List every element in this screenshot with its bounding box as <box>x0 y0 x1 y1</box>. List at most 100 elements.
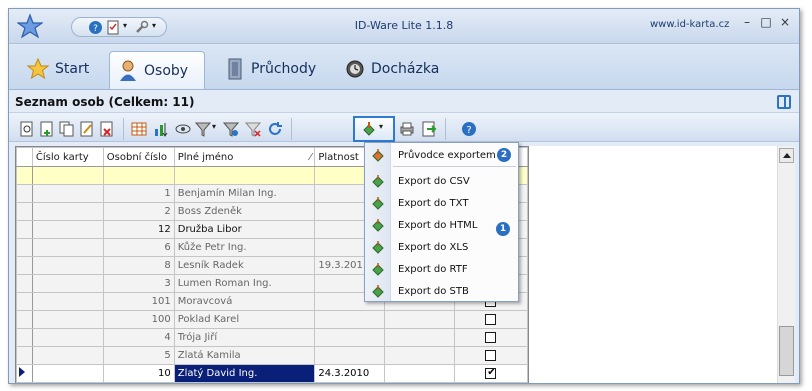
column-header-card[interactable]: Číslo karty <box>31 147 104 167</box>
tab-start[interactable]: Start <box>19 51 89 87</box>
cell-personal-number[interactable]: 6 <box>102 238 175 257</box>
columns-icon[interactable] <box>131 121 147 137</box>
cell-card[interactable] <box>31 202 104 221</box>
filter-cell[interactable] <box>31 166 104 185</box>
cell-full-name[interactable]: Družba Libor <box>173 220 316 239</box>
add-record-icon[interactable] <box>39 121 55 137</box>
export-rtf-item[interactable]: Export do RTF <box>365 258 518 280</box>
tab-osoby[interactable]: Osoby <box>109 51 205 89</box>
export-html-item[interactable]: Export do HTML <box>365 214 518 236</box>
cell-personal-number[interactable]: 2 <box>102 202 175 221</box>
cell-personal-number[interactable]: 100 <box>102 310 175 329</box>
layout-icon[interactable] <box>777 95 791 109</box>
column-header-name[interactable]: Plné jméno ⁄ <box>173 147 316 167</box>
help-icon[interactable]: ? <box>461 121 477 137</box>
export-csv-item[interactable]: Export do CSV <box>365 170 518 192</box>
close-button[interactable]: × <box>778 15 792 29</box>
export-xls-item[interactable]: Export do XLS <box>365 236 518 258</box>
edit-record-icon[interactable] <box>79 121 95 137</box>
cell-flag[interactable] <box>453 346 528 365</box>
cell-card[interactable] <box>31 346 104 365</box>
cell-full-name[interactable]: Poklad Karel <box>173 310 316 329</box>
cell-flag[interactable] <box>453 364 528 383</box>
cell-full-name[interactable]: Lesník Radek <box>173 256 316 275</box>
scroll-up-button[interactable] <box>779 148 794 163</box>
cell-card[interactable] <box>31 256 104 275</box>
table-row[interactable]: 5 Zlatá Kamila <box>16 346 528 365</box>
scroll-thumb[interactable] <box>779 326 794 376</box>
import-icon[interactable] <box>421 121 437 137</box>
cell-extra[interactable] <box>384 364 455 383</box>
row-checkbox[interactable] <box>485 367 497 379</box>
export-dropdown-icon[interactable]: ▾ <box>379 122 395 138</box>
cell-validity[interactable] <box>314 328 386 347</box>
cell-personal-number[interactable]: 12 <box>102 220 175 239</box>
filter-icon[interactable] <box>195 121 211 137</box>
filter-edit-icon[interactable] <box>223 121 239 137</box>
cell-personal-number[interactable]: 1 <box>102 184 175 203</box>
copy-record-icon[interactable] <box>59 121 75 137</box>
cell-card[interactable] <box>31 328 104 347</box>
cell-validity[interactable] <box>314 346 386 365</box>
cell-card[interactable] <box>31 184 104 203</box>
column-header-personal[interactable]: Osobní číslo <box>102 147 175 167</box>
maximize-button[interactable]: □ <box>759 15 773 29</box>
cell-validity[interactable]: 24.3.2010 <box>314 364 386 383</box>
cell-card[interactable] <box>31 274 104 293</box>
filter-cell[interactable] <box>173 166 316 185</box>
website-link[interactable]: www.id-karta.cz <box>650 19 729 30</box>
cell-full-name[interactable]: Moravcová <box>173 292 316 311</box>
cell-extra[interactable] <box>384 328 455 347</box>
cell-full-name[interactable]: Trója Jiří <box>173 328 316 347</box>
person-icon <box>120 60 136 81</box>
cell-full-name[interactable]: Zlatá Kamila <box>173 346 316 365</box>
tab-dochazka[interactable]: Docházka <box>337 51 439 87</box>
cell-flag[interactable] <box>453 310 528 329</box>
cell-full-name[interactable]: Lumen Roman Ing. <box>173 274 316 293</box>
cell-card[interactable] <box>31 292 104 311</box>
export-stb-item[interactable]: Export do STB <box>365 280 518 302</box>
cell-validity[interactable] <box>314 310 386 329</box>
delete-record-icon[interactable] <box>99 121 115 137</box>
cell-full-name[interactable]: Boss Zdeněk <box>173 202 316 221</box>
cell-full-name[interactable]: Kůže Petr Ing. <box>173 238 316 257</box>
filter-cell[interactable] <box>102 166 175 185</box>
cell-flag[interactable] <box>453 328 528 347</box>
view-icon[interactable] <box>175 121 191 137</box>
vertical-scrollbar[interactable] <box>777 146 795 383</box>
cell-personal-number[interactable]: 4 <box>102 328 175 347</box>
row-checkbox[interactable] <box>485 331 497 343</box>
export-wizard-item[interactable]: Průvodce exportem <box>365 144 518 166</box>
export-icon[interactable] <box>361 121 377 137</box>
current-row-pointer-icon <box>19 367 25 377</box>
cell-full-name[interactable]: Zlatý David Ing. <box>173 364 316 383</box>
preview-icon[interactable] <box>19 121 35 137</box>
cell-extra[interactable] <box>384 310 455 329</box>
table-row[interactable]: 10 Zlatý David Ing. 24.3.2010 <box>16 364 528 383</box>
refresh-icon[interactable] <box>267 121 283 137</box>
cell-personal-number[interactable]: 5 <box>102 346 175 365</box>
export-txt-item[interactable]: Export do TXT <box>365 192 518 214</box>
print-icon[interactable] <box>399 121 415 137</box>
cell-personal-number[interactable]: 3 <box>102 274 175 293</box>
row-selector <box>16 220 33 239</box>
row-selector <box>16 166 33 185</box>
tab-pruchody[interactable]: Průchody <box>219 51 316 87</box>
cell-personal-number[interactable]: 10 <box>102 364 175 383</box>
cell-personal-number[interactable]: 8 <box>102 256 175 275</box>
minimize-button[interactable]: – <box>740 15 754 29</box>
row-checkbox[interactable] <box>485 313 497 325</box>
cell-card[interactable] <box>31 220 104 239</box>
cell-personal-number[interactable]: 101 <box>102 292 175 311</box>
menu-item-label: Export do CSV <box>398 175 470 187</box>
cell-full-name[interactable]: Benjamín Milan Ing. <box>173 184 316 203</box>
cell-card[interactable] <box>31 364 104 383</box>
sort-icon[interactable] <box>153 121 169 137</box>
cell-extra[interactable] <box>384 346 455 365</box>
cell-card[interactable] <box>31 238 104 257</box>
filter-clear-icon[interactable] <box>245 121 261 137</box>
row-checkbox[interactable] <box>485 349 497 361</box>
table-row[interactable]: 100 Poklad Karel <box>16 310 528 329</box>
table-row[interactable]: 4 Trója Jiří <box>16 328 528 347</box>
cell-card[interactable] <box>31 310 104 329</box>
